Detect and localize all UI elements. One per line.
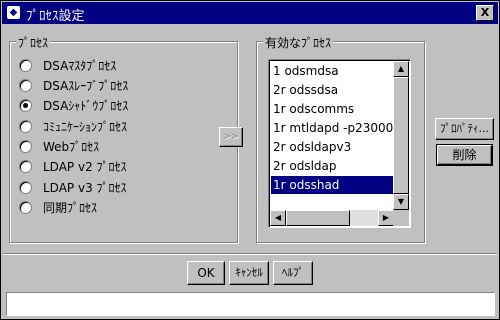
radio-label: DSAｼｬﾄﾞｳﾌﾟﾛｾｽ [43,99,129,113]
help-button[interactable]: ﾍﾙﾌﾟ [273,261,313,285]
radio-label: ｺﾐｭﾆｹｰｼｮﾝﾌﾟﾛｾｽ [43,120,128,134]
scroll-right-button[interactable]: ▶ [378,210,394,226]
radio-label: LDAP v2 ﾌﾟﾛｾｽ [43,160,127,174]
delete-button[interactable]: 削除 [436,144,493,166]
radio-circle[interactable] [19,79,32,92]
list-item[interactable]: 1 odsmdsa [271,62,396,80]
move-to-active-button[interactable]: >> [219,127,243,147]
cancel-button[interactable]: ｷｬﾝｾﾙ [229,261,269,285]
vertical-scrollbar[interactable]: ▲ ▼ [393,61,409,210]
radio-circle[interactable] [19,160,32,173]
radio-label: 同期ﾌﾟﾛｾｽ [43,201,98,215]
ok-button[interactable]: OK [187,261,225,285]
properties-button[interactable]: ﾌﾟﾛﾊﾟﾃｨ... [435,118,494,140]
process-group-label: ﾌﾟﾛｾｽ [16,34,51,51]
list-item[interactable]: 1r mtldapd -p23000 [271,119,396,137]
list-item[interactable]: 2r odssdsa [271,81,396,99]
title-bar[interactable]: ◆ ﾌﾟﾛｾｽ設定 X [2,2,498,24]
radio-label: DSAｽﾚｰﾌﾞﾌﾟﾛｾｽ [43,79,129,93]
horizontal-scroll-thumb[interactable] [286,210,350,226]
process-settings-dialog: ◆ ﾌﾟﾛｾｽ設定 X ﾌﾟﾛｾｽ DSAﾏｽﾀﾌﾟﾛｾｽ DSAｽﾚｰﾌﾞﾌﾟ… [0,0,500,320]
scroll-down-button[interactable]: ▼ [393,194,409,210]
radio-label: Webﾌﾟﾛｾｽ [43,140,100,154]
radio-circle[interactable] [19,140,32,153]
status-bar [6,292,495,316]
active-process-group-label: 有効なﾌﾟﾛｾｽ [263,34,334,51]
radio-circle[interactable] [19,59,32,72]
list-item[interactable]: 1r odscomms [271,100,396,118]
radio-circle[interactable] [19,181,32,194]
radio-circle[interactable] [19,99,32,112]
scroll-up-button[interactable]: ▲ [393,61,409,77]
window-title: ﾌﾟﾛｾｽ設定 [26,9,85,24]
scroll-left-button[interactable]: ◀ [270,210,286,226]
close-button[interactable]: X [476,5,494,21]
radio-circle[interactable] [19,201,32,214]
radio-label: DSAﾏｽﾀﾌﾟﾛｾｽ [43,59,117,73]
radio-circle[interactable] [19,120,32,133]
app-icon: ◆ [7,6,20,19]
vertical-scroll-thumb[interactable] [393,77,409,194]
radio-selected-dot [23,103,28,108]
separator [3,253,497,255]
radio-label: LDAP v3 ﾌﾟﾛｾｽ [43,181,127,195]
active-process-list[interactable]: 1 odsmdsa 2r odssdsa 1r odscomms 1r mtld… [268,59,411,228]
list-item[interactable]: 2r odsldapv3 [271,138,396,156]
list-item-selected[interactable]: 1r odsshad [271,176,396,194]
list-item[interactable]: 2r odsldap [271,157,396,175]
scrollbar-corner [393,210,409,226]
horizontal-scrollbar[interactable]: ◀ ▶ [270,210,394,226]
